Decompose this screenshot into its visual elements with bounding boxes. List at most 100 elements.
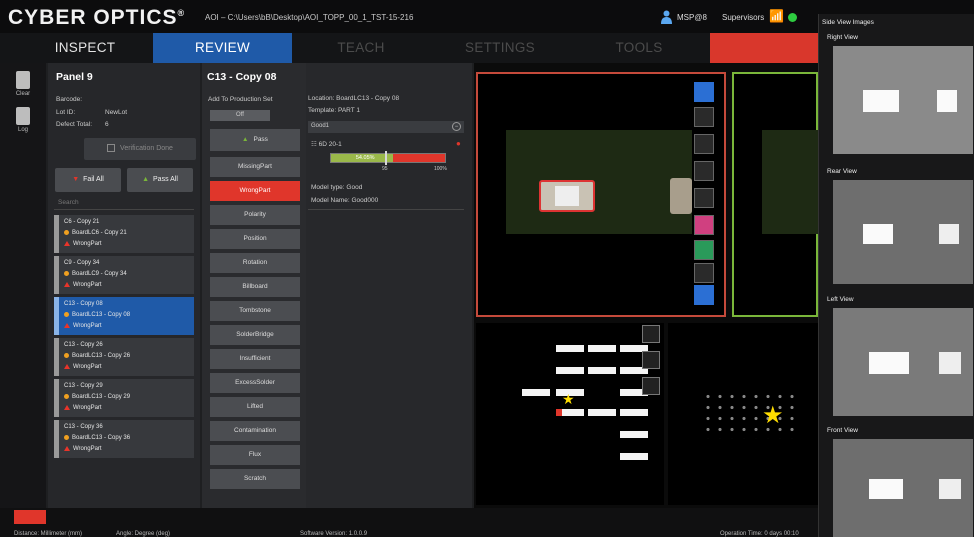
left-view-label: Left View bbox=[827, 296, 854, 303]
front-view-image[interactable] bbox=[833, 439, 973, 537]
item-defect: WrongPart bbox=[73, 446, 102, 453]
part-marker bbox=[556, 367, 584, 374]
tick-label-95: 95 bbox=[382, 166, 388, 172]
part-marker bbox=[620, 409, 648, 416]
insufficient-button[interactable]: Insufficient bbox=[210, 349, 300, 369]
secondary-inspection-image[interactable] bbox=[732, 72, 818, 317]
item-title: C13 - Copy 08 bbox=[64, 301, 103, 307]
lifted-button[interactable]: Lifted bbox=[210, 397, 300, 417]
log-button[interactable]: Log bbox=[10, 105, 36, 139]
warning-icon bbox=[64, 323, 70, 328]
polarity-button[interactable]: Polarity bbox=[210, 205, 300, 225]
contamination-button[interactable]: Contamination bbox=[210, 421, 300, 441]
cube-icon[interactable] bbox=[642, 377, 660, 395]
zoom-fit-icon[interactable] bbox=[694, 134, 714, 154]
panel-list-column: Panel 9 Barcode: Lot ID: NewLot Defect T… bbox=[48, 63, 200, 508]
tab-tools[interactable]: TOOLS bbox=[580, 33, 698, 63]
alarm-tab[interactable] bbox=[710, 33, 818, 63]
board-region bbox=[506, 130, 692, 234]
app-logo: CYBER OPTICS® bbox=[8, 6, 186, 29]
defect-list-item[interactable]: C13 - Copy 36 BoardLC13 - Copy 36 WrongP… bbox=[54, 420, 194, 458]
left-view-image[interactable] bbox=[833, 308, 973, 416]
layers-icon[interactable] bbox=[642, 351, 660, 369]
production-toggle[interactable]: Off bbox=[210, 110, 270, 121]
excess-solder-button[interactable]: ExcessSolder bbox=[210, 373, 300, 393]
defect-list-item[interactable]: C13 - Copy 29 BoardLC13 - Copy 29 WrongP… bbox=[54, 379, 194, 417]
component-highlight bbox=[869, 352, 909, 374]
defect-list-item-selected[interactable]: C13 - Copy 08 BoardLC13 - Copy 08 WrongP… bbox=[54, 297, 194, 335]
board-status-icon[interactable] bbox=[14, 510, 46, 524]
tombstone-button[interactable]: Tombstone bbox=[210, 301, 300, 321]
layers-icon[interactable] bbox=[694, 188, 714, 208]
item-board: BoardLC13 - Copy 29 bbox=[72, 394, 131, 401]
log-icon bbox=[16, 107, 30, 125]
fail-all-button[interactable]: ▼ Fail All bbox=[55, 168, 121, 192]
verification-done-button[interactable]: Verification Done bbox=[84, 138, 196, 160]
template-text: Template: PART 1 bbox=[308, 107, 361, 114]
item-board: BoardLC13 - Copy 26 bbox=[72, 353, 131, 360]
item-defect: WrongPart bbox=[73, 405, 102, 412]
tab-inspect[interactable]: INSPECT bbox=[30, 33, 140, 63]
tab-teach[interactable]: TEACH bbox=[302, 33, 420, 63]
overlay-icon[interactable] bbox=[694, 263, 714, 283]
main-inspection-image[interactable] bbox=[476, 72, 726, 317]
height-map-icon[interactable] bbox=[694, 240, 714, 260]
rear-view-image[interactable] bbox=[833, 180, 973, 284]
color-channel-icon[interactable] bbox=[694, 215, 714, 235]
pan-tool-icon[interactable] bbox=[694, 82, 714, 102]
panel-grid-dots bbox=[702, 391, 802, 439]
measure-tool-icon[interactable] bbox=[694, 285, 714, 305]
defect-list-item[interactable]: C13 - Copy 26 BoardLC13 - Copy 26 WrongP… bbox=[54, 338, 194, 376]
pass-all-button[interactable]: ▲ Pass All bbox=[127, 168, 193, 192]
checkbox-icon bbox=[107, 144, 116, 153]
fit-view-icon[interactable] bbox=[694, 107, 714, 127]
defect-category-column: C13 - Copy 08 Add To Production Set Off … bbox=[202, 63, 306, 508]
search-input[interactable]: Search bbox=[58, 199, 79, 206]
location-text: Location: BoardLC13 - Copy 08 bbox=[308, 95, 400, 102]
right-view-image[interactable] bbox=[833, 46, 973, 154]
collapse-icon[interactable]: − bbox=[452, 122, 461, 131]
connection-icon: 📶 bbox=[769, 9, 784, 23]
tab-settings[interactable]: SETTINGS bbox=[430, 33, 570, 63]
score-progress-bar: 54.05% bbox=[330, 151, 446, 165]
item-board: BoardLC13 - Copy 36 bbox=[72, 435, 131, 442]
defect-list-item[interactable]: C6 - Copy 21 BoardLC6 - Copy 21 WrongPar… bbox=[54, 215, 194, 253]
tab-review[interactable]: REVIEW bbox=[153, 33, 292, 63]
panel-overview-pane[interactable]: ★ bbox=[668, 323, 818, 505]
info-divider bbox=[308, 209, 464, 210]
part-marker bbox=[620, 453, 648, 460]
item-defect: WrongPart bbox=[73, 323, 102, 330]
board-overview-pane[interactable]: ★ bbox=[476, 323, 664, 505]
part-marker bbox=[588, 345, 616, 352]
front-view-label: Front View bbox=[827, 427, 858, 434]
defect-list-item[interactable]: C9 - Copy 34 BoardLC9 - Copy 34 WrongPar… bbox=[54, 256, 194, 294]
solder-bridge-button[interactable]: SolderBridge bbox=[210, 325, 300, 345]
missing-part-button[interactable]: MissingPart bbox=[210, 157, 300, 177]
status-bar: Distance: Millimeter (mm) Angle: Degree … bbox=[0, 508, 818, 537]
board-icon bbox=[64, 271, 69, 276]
thumbs-up-icon: ▲ bbox=[242, 136, 249, 143]
scratch-button[interactable]: Scratch bbox=[210, 469, 300, 489]
thumbs-down-icon: ▼ bbox=[72, 176, 80, 183]
warning-icon bbox=[64, 241, 70, 246]
component-highlight bbox=[939, 479, 961, 499]
section-header[interactable]: Good1 − bbox=[308, 121, 464, 133]
pass-button[interactable]: ▲ Pass bbox=[210, 129, 300, 151]
position-button[interactable]: Position bbox=[210, 229, 300, 249]
clear-button[interactable]: Clear bbox=[10, 69, 36, 103]
user-name[interactable]: MSP@8 bbox=[677, 13, 707, 22]
rotation-button[interactable]: Rotation bbox=[210, 253, 300, 273]
model-type-text: Model type: Good bbox=[311, 184, 363, 191]
item-bar bbox=[54, 256, 59, 294]
fit-view-icon[interactable] bbox=[642, 325, 660, 343]
item-bar bbox=[54, 379, 59, 417]
billboard-button[interactable]: Billboard bbox=[210, 277, 300, 297]
rear-view-label: Rear View bbox=[827, 168, 857, 175]
flux-button[interactable]: Flux bbox=[210, 445, 300, 465]
rotate-view-icon[interactable] bbox=[694, 161, 714, 181]
component-highlight bbox=[863, 90, 899, 112]
wrong-part-button[interactable]: WrongPart bbox=[210, 181, 300, 201]
right-view-label: Right View bbox=[827, 34, 858, 41]
pin-icon: ● bbox=[456, 139, 461, 148]
warning-icon bbox=[64, 282, 70, 287]
